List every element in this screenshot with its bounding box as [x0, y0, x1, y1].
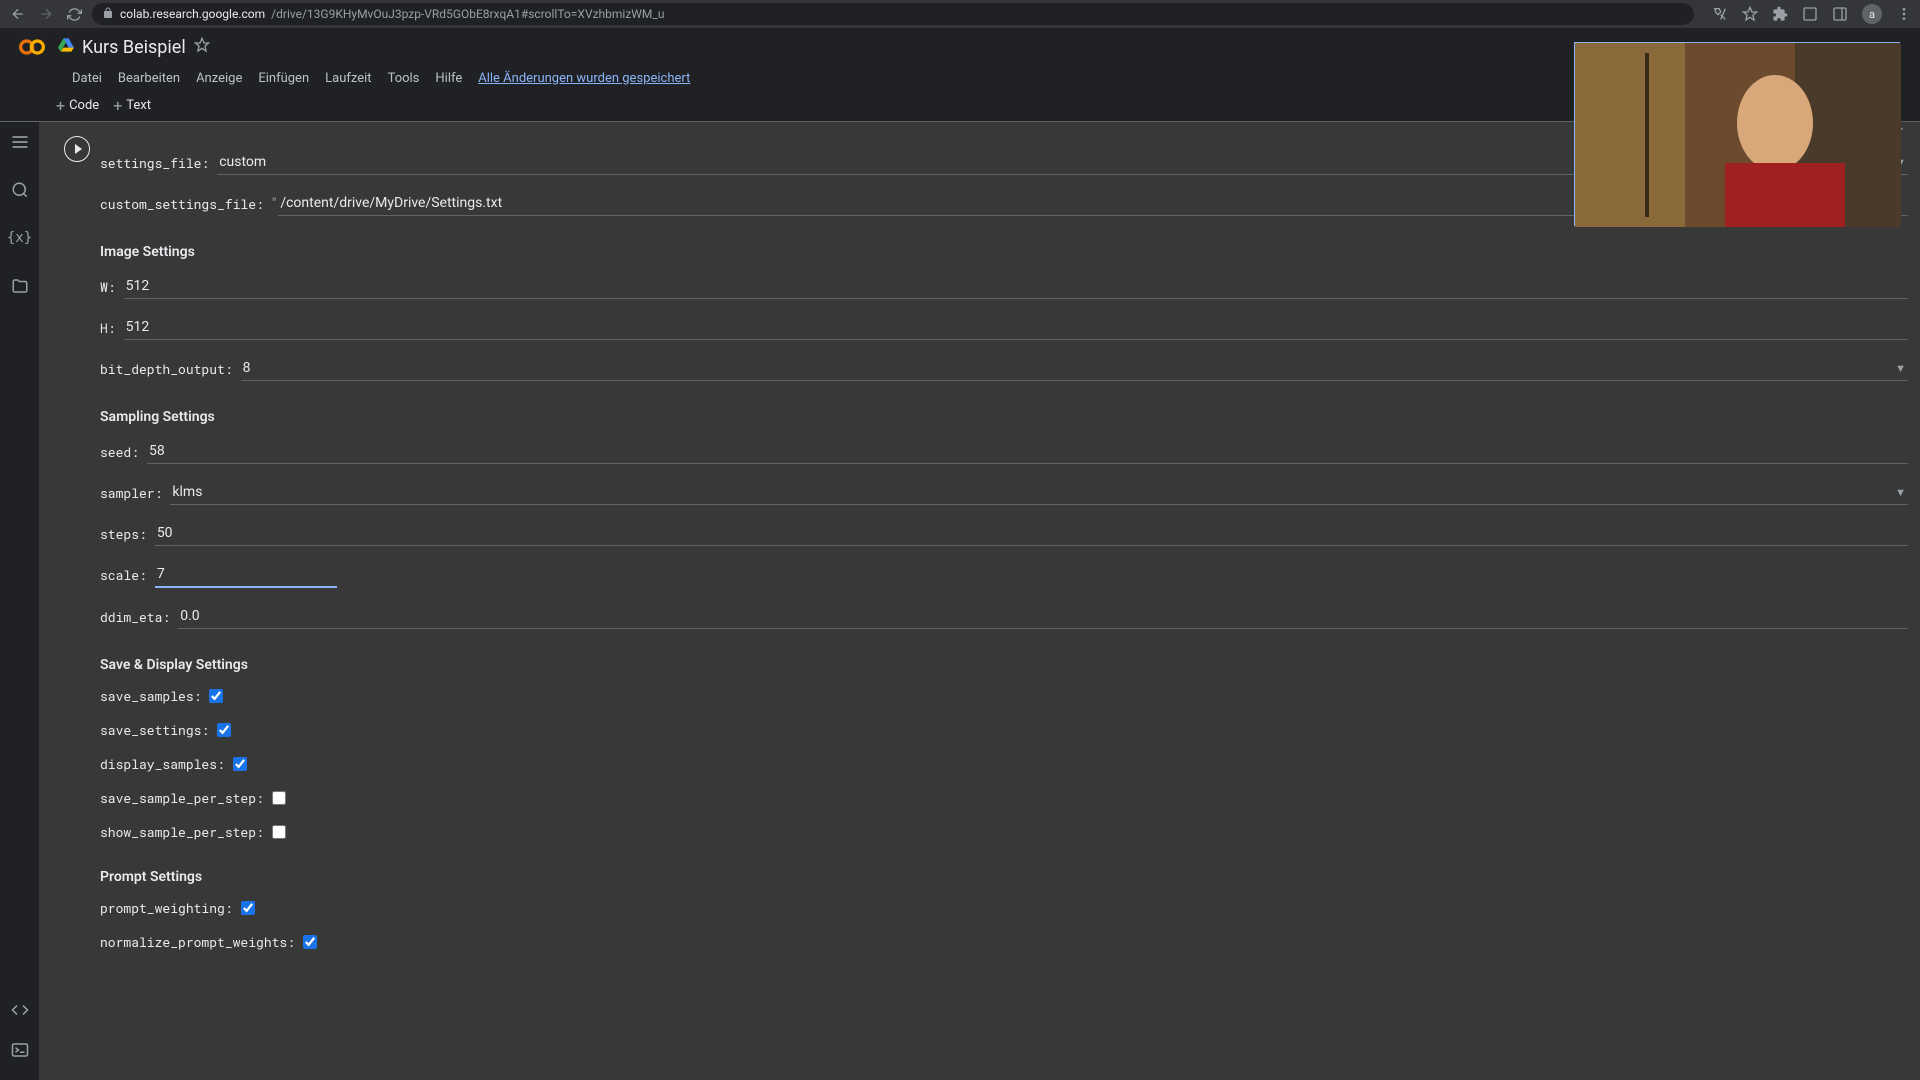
menu-laufzeit[interactable]: Laufzeit	[325, 71, 371, 86]
chevron-down-icon: ▼	[1895, 486, 1906, 499]
bookmark-icon[interactable]	[1742, 6, 1758, 22]
display-samples-checkbox[interactable]	[233, 757, 247, 771]
toc-icon[interactable]	[10, 132, 30, 152]
colab-logo	[16, 31, 48, 63]
h-input[interactable]	[124, 315, 1908, 340]
seed-label: seed:	[100, 443, 139, 461]
star-icon[interactable]	[194, 37, 210, 57]
show-sample-per-step-label: show_sample_per_step:	[100, 823, 264, 841]
settings-file-label: settings_file:	[100, 154, 209, 172]
notebook-content[interactable]: settings_file: custom ▼ custom_settings_…	[40, 122, 1920, 1080]
sidepanel-icon[interactable]	[1832, 6, 1848, 22]
extension-icons: a	[1712, 4, 1912, 24]
save-samples-checkbox[interactable]	[209, 689, 223, 703]
scale-input[interactable]	[155, 562, 337, 588]
reload-button[interactable]	[64, 4, 84, 24]
normalize-prompt-weights-checkbox[interactable]	[303, 935, 317, 949]
kebab-icon[interactable]	[1896, 6, 1912, 22]
url-path: /drive/13G9KHyMvOuJ3pzp-VRd5GObE8rxqA1#s…	[271, 7, 664, 21]
forward-button[interactable]	[36, 4, 56, 24]
form-cell: settings_file: custom ▼ custom_settings_…	[64, 132, 1908, 969]
chevron-down-icon: ▼	[1895, 362, 1906, 375]
url-host: colab.research.google.com	[120, 7, 265, 21]
sampler-select[interactable]: klms ▼	[170, 480, 1908, 505]
profile-avatar[interactable]: a	[1862, 4, 1882, 24]
add-text-button[interactable]: +Text	[113, 96, 151, 115]
prompt-settings-header: Prompt Settings	[100, 869, 1908, 885]
terminal-icon[interactable]	[10, 1040, 30, 1060]
w-label: W:	[100, 278, 116, 296]
add-code-button[interactable]: +Code	[56, 96, 99, 115]
browser-toolbar: colab.research.google.com/drive/13G9KHyM…	[0, 0, 1920, 28]
document-title[interactable]: Kurs Beispiel	[82, 37, 186, 58]
normalize-prompt-weights-label: normalize_prompt_weights:	[100, 933, 295, 951]
w-input[interactable]	[124, 274, 1908, 299]
drive-icon	[58, 37, 74, 57]
left-sidebar: {x}	[0, 122, 40, 1080]
save-display-header: Save & Display Settings	[100, 657, 1908, 673]
show-sample-per-step-checkbox[interactable]	[272, 825, 286, 839]
search-icon[interactable]	[10, 180, 30, 200]
save-status[interactable]: Alle Änderungen wurden gespeichert	[478, 71, 690, 86]
ddim-eta-label: ddim_eta:	[100, 608, 170, 626]
save-settings-label: save_settings:	[100, 721, 209, 739]
ddim-eta-input[interactable]	[178, 604, 1908, 629]
webcam-overlay	[1574, 42, 1900, 226]
sampler-label: sampler:	[100, 484, 162, 502]
h-label: H:	[100, 319, 116, 337]
save-settings-checkbox[interactable]	[217, 723, 231, 737]
save-sample-per-step-checkbox[interactable]	[272, 791, 286, 805]
prompt-weighting-checkbox[interactable]	[241, 901, 255, 915]
back-button[interactable]	[8, 4, 28, 24]
menu-anzeige[interactable]: Anzeige	[196, 71, 242, 86]
menu-einfugen[interactable]: Einfügen	[258, 71, 309, 86]
ext-icon[interactable]	[1802, 6, 1818, 22]
menu-datei[interactable]: Datei	[72, 71, 102, 86]
menu-bearbeiten[interactable]: Bearbeiten	[118, 71, 180, 86]
scale-label: scale:	[100, 566, 147, 584]
address-bar[interactable]: colab.research.google.com/drive/13G9KHyM…	[92, 3, 1694, 25]
variables-icon[interactable]: {x}	[10, 228, 30, 248]
run-cell-button[interactable]	[64, 136, 90, 162]
custom-settings-file-label: custom_settings_file:	[100, 195, 264, 213]
quote-mark: "	[272, 196, 276, 212]
bit-depth-select[interactable]: 8 ▼	[241, 356, 1908, 381]
translate-icon[interactable]	[1712, 6, 1728, 22]
lock-icon	[102, 7, 114, 22]
save-sample-per-step-label: save_sample_per_step:	[100, 789, 264, 807]
sampling-settings-header: Sampling Settings	[100, 409, 1908, 425]
seed-input[interactable]	[147, 439, 1908, 464]
webcam-video	[1575, 43, 1899, 225]
menu-hilfe[interactable]: Hilfe	[435, 71, 462, 86]
bit-depth-label: bit_depth_output:	[100, 360, 233, 378]
steps-input[interactable]	[155, 521, 1908, 546]
steps-label: steps:	[100, 525, 147, 543]
menu-tools[interactable]: Tools	[388, 71, 420, 86]
display-samples-label: display_samples:	[100, 755, 225, 773]
files-icon[interactable]	[10, 276, 30, 296]
code-snippets-icon[interactable]	[10, 1000, 30, 1020]
image-settings-header: Image Settings	[100, 244, 1908, 260]
extensions-icon[interactable]	[1772, 6, 1788, 22]
save-samples-label: save_samples:	[100, 687, 201, 705]
prompt-weighting-label: prompt_weighting:	[100, 899, 233, 917]
